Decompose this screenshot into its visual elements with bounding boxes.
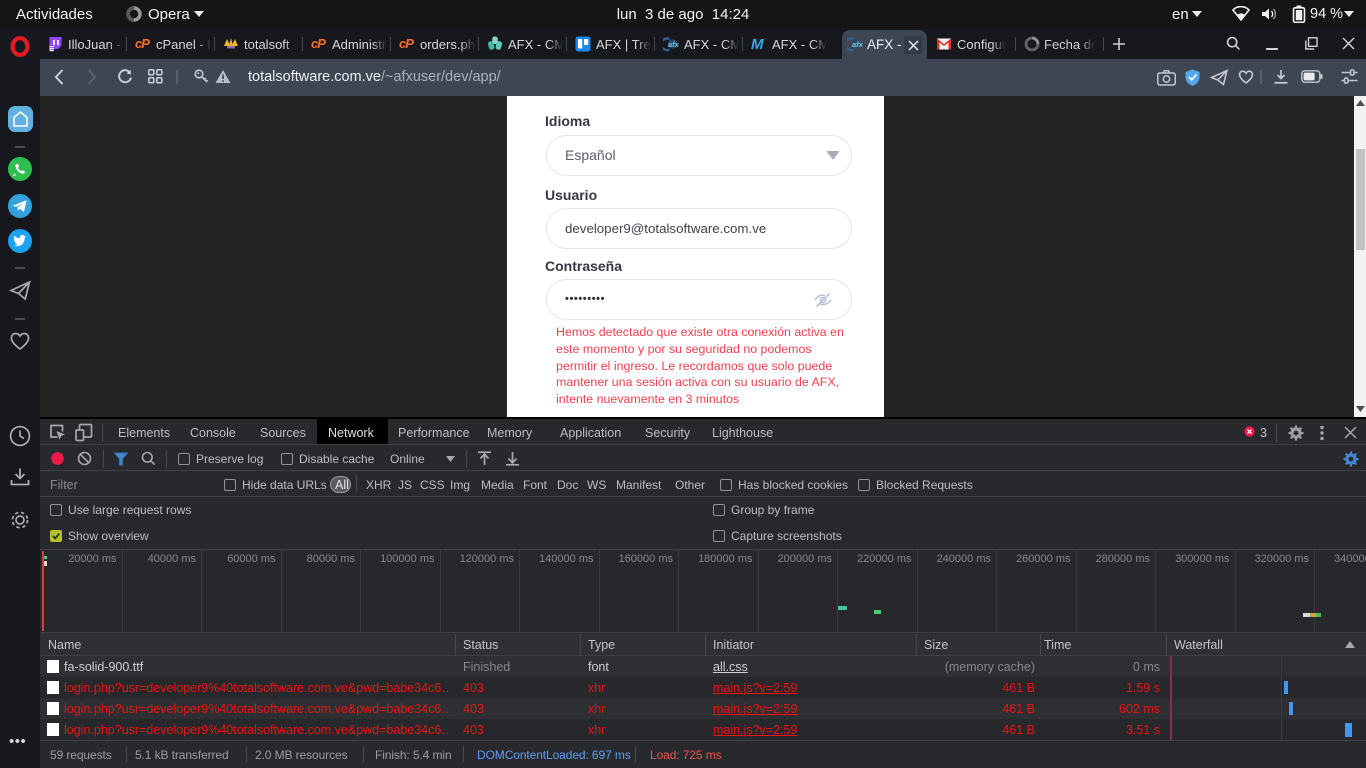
svg-text:afx: afx (668, 40, 680, 49)
svg-text:afx: afx (852, 40, 864, 49)
